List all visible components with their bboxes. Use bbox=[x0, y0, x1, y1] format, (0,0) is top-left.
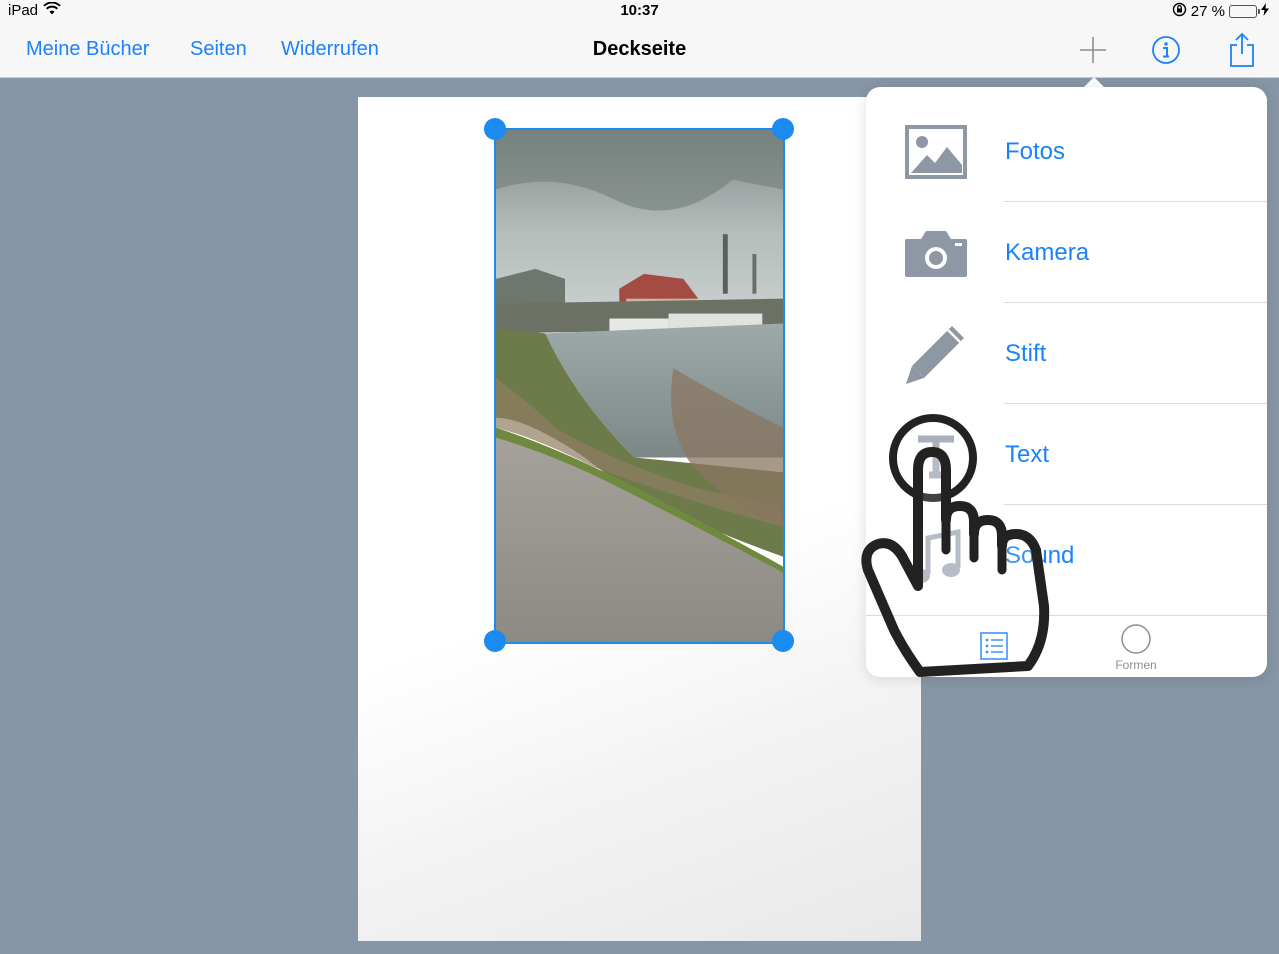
camera-icon bbox=[902, 219, 970, 287]
menu-label-camera: Kamera bbox=[1005, 238, 1090, 266]
status-right: 27 % bbox=[1172, 2, 1269, 21]
pages-button[interactable]: Seiten bbox=[190, 38, 247, 61]
plus-icon bbox=[1080, 37, 1106, 63]
tab-shapes[interactable]: Formen bbox=[1036, 616, 1236, 678]
menu-label-photos: Fotos bbox=[1005, 137, 1066, 165]
insert-menu-popover: Fotos Kamera Stift Text Sound Formen bbox=[866, 87, 1267, 677]
resize-handle-top-right[interactable] bbox=[772, 118, 794, 140]
status-time: 10:37 bbox=[620, 2, 659, 19]
share-icon bbox=[1230, 32, 1254, 67]
info-button[interactable] bbox=[1146, 30, 1186, 70]
resize-handle-bottom-left[interactable] bbox=[484, 630, 506, 652]
menu-label-pen: Stift bbox=[1005, 339, 1047, 367]
circle-icon bbox=[1121, 623, 1151, 654]
battery-icon bbox=[1229, 5, 1260, 18]
resize-handle-top-left[interactable] bbox=[484, 118, 506, 140]
menu-item-pen[interactable]: Stift bbox=[866, 303, 1267, 404]
menu-item-sound[interactable]: Sound bbox=[866, 505, 1267, 606]
status-left: iPad bbox=[8, 1, 61, 19]
add-button[interactable] bbox=[1073, 30, 1113, 70]
share-button[interactable] bbox=[1222, 30, 1262, 70]
wifi-icon bbox=[43, 1, 61, 19]
selected-photo[interactable] bbox=[494, 128, 785, 644]
charging-icon bbox=[1261, 3, 1269, 20]
device-name: iPad bbox=[8, 2, 39, 19]
menu-item-text[interactable]: Text bbox=[866, 404, 1267, 505]
info-icon bbox=[1152, 36, 1180, 64]
river-photo bbox=[496, 130, 783, 642]
text-icon bbox=[902, 421, 970, 489]
tab-label-shapes: Formen bbox=[1115, 657, 1157, 672]
photos-icon bbox=[902, 118, 970, 186]
my-books-button[interactable]: Meine Bücher bbox=[26, 38, 149, 61]
undo-button[interactable]: Widerrufen bbox=[281, 38, 379, 61]
list-icon bbox=[980, 631, 1008, 660]
menu-item-camera[interactable]: Kamera bbox=[866, 202, 1267, 303]
music-note-icon bbox=[902, 522, 970, 590]
pen-icon bbox=[902, 320, 970, 388]
resize-handle-bottom-right[interactable] bbox=[772, 630, 794, 652]
orientation-lock-icon bbox=[1172, 2, 1187, 21]
navigation-bar: iPad 10:37 27 % Meine Bücher Seiten Wide… bbox=[0, 0, 1279, 78]
menu-item-photos[interactable]: Fotos bbox=[866, 101, 1267, 202]
popover-tab-bar: Formen bbox=[866, 615, 1267, 677]
battery-percent: 27 % bbox=[1190, 3, 1225, 20]
menu-label-sound: Sound bbox=[1005, 541, 1075, 569]
menu-label-text: Text bbox=[1005, 440, 1050, 468]
